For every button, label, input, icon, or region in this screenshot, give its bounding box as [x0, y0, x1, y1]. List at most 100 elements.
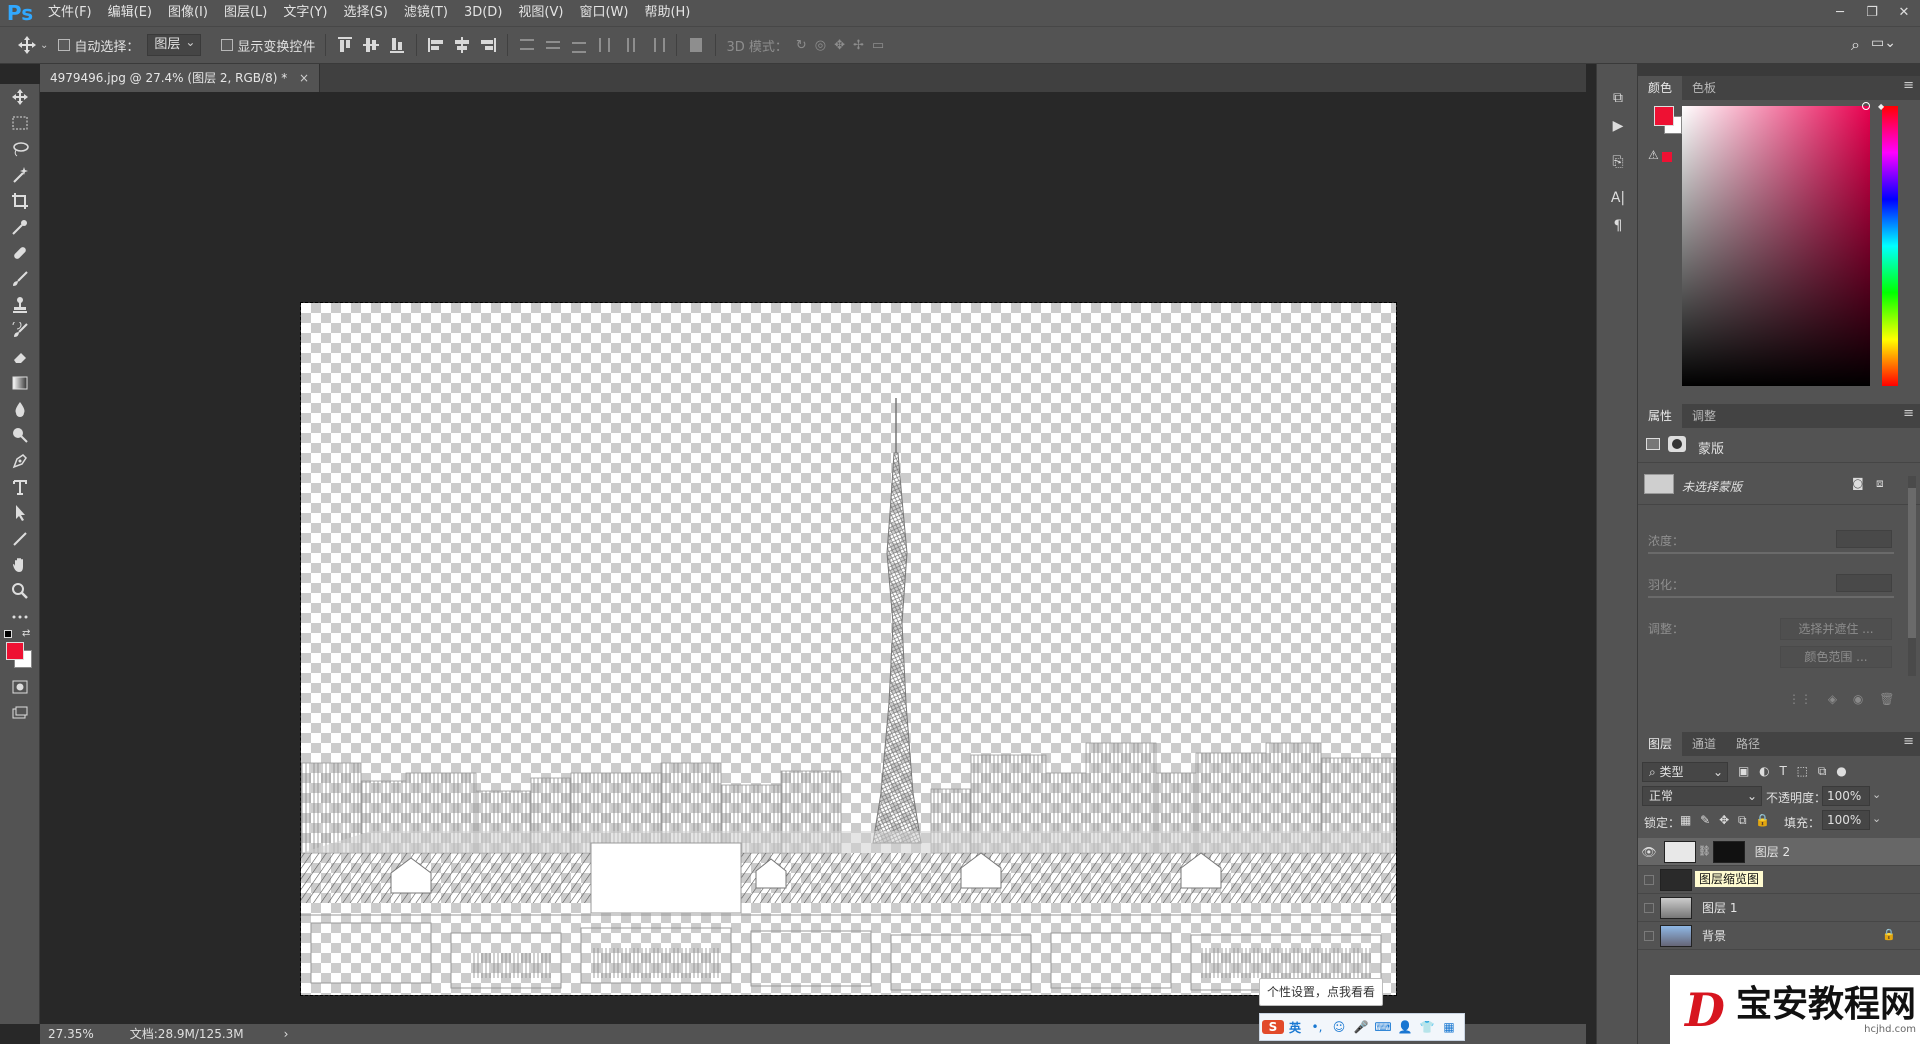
libraries-panel-icon[interactable]: ⎘ [1597, 148, 1639, 176]
layer-row[interactable]: 背景 🔒 [1638, 922, 1920, 950]
filter-toggle-icon[interactable]: ● [1836, 764, 1846, 778]
menu-edit[interactable]: 编辑(E) [100, 0, 160, 26]
screen-mode-icon[interactable] [0, 700, 40, 726]
zoom-level[interactable]: 27.35% [48, 1024, 94, 1044]
lock-artboard-icon[interactable]: ⧉ [1738, 813, 1747, 827]
distribute-left-icon[interactable] [596, 36, 614, 54]
filter-type-icon[interactable]: T [1779, 764, 1786, 778]
tab-swatches[interactable]: 色板 [1682, 76, 1726, 100]
3d-scale-icon[interactable]: ▭ [872, 38, 884, 53]
foreground-color-swatch[interactable] [6, 642, 24, 660]
layer-name[interactable]: 背景 [1702, 927, 1726, 944]
menu-file[interactable]: 文件(F) [40, 0, 100, 26]
filter-smart-icon[interactable]: ⧉ [1818, 764, 1827, 778]
menu-select[interactable]: 选择(S) [335, 0, 395, 26]
3d-pan-icon[interactable]: ✥ [834, 38, 845, 53]
apply-mask-icon[interactable]: ◈ [1828, 692, 1837, 706]
keyboard-icon[interactable]: ⌨ [1372, 1020, 1394, 1034]
quick-mask-icon[interactable] [0, 674, 40, 700]
workspace-icon[interactable]: ▭⌄ [1871, 35, 1896, 51]
opacity-chevron-icon[interactable]: ⌄ [1872, 788, 1881, 801]
punctuation-icon[interactable]: •, [1306, 1020, 1328, 1034]
menu-view[interactable]: 视图(V) [510, 0, 571, 26]
history-brush-tool-icon[interactable] [0, 318, 40, 344]
lasso-tool-icon[interactable] [0, 136, 40, 162]
auto-select-dropdown[interactable]: 图层 [147, 32, 202, 56]
fill-input[interactable]: 100% [1822, 810, 1870, 830]
distribute-top-icon[interactable] [518, 36, 536, 54]
actions-panel-icon[interactable]: ▶ [1597, 112, 1639, 140]
align-left-icon[interactable] [427, 36, 445, 54]
blur-tool-icon[interactable] [0, 396, 40, 422]
layer-name[interactable]: 图层 1 [1702, 899, 1737, 916]
align-hcenter-icon[interactable] [453, 36, 471, 54]
gamut-swatch[interactable] [1662, 152, 1672, 162]
history-panel-icon[interactable]: ⧉ [1597, 84, 1639, 112]
crop-tool-icon[interactable] [0, 188, 40, 214]
add-pixel-mask-icon[interactable]: ◙ [1852, 476, 1864, 490]
3d-slide-icon[interactable]: ✢ [853, 38, 864, 53]
panel-menu-icon[interactable]: ≡ [1903, 78, 1914, 93]
layer-row[interactable]: 图层缩览图 [1638, 866, 1920, 894]
panel-menu-icon[interactable]: ≡ [1903, 406, 1914, 421]
visibility-eye-icon[interactable]: 👁 [1638, 845, 1660, 859]
distribute-right-icon[interactable] [648, 36, 666, 54]
layer-thumbnail[interactable] [1664, 840, 1696, 863]
align-vcenter-icon[interactable] [362, 36, 380, 54]
type-tool-icon[interactable] [0, 474, 40, 500]
magic-wand-tool-icon[interactable] [0, 162, 40, 188]
move-tool-icon[interactable] [16, 34, 38, 56]
3d-roll-icon[interactable]: ◎ [815, 38, 826, 53]
delete-mask-icon[interactable]: 🗑 [1879, 692, 1894, 706]
auto-align-icon[interactable] [687, 36, 705, 54]
auto-select-checkbox[interactable] [58, 39, 71, 51]
feather-input[interactable] [1836, 574, 1892, 592]
color-fg-swatch[interactable] [1654, 106, 1674, 126]
dodge-tool-icon[interactable] [0, 422, 40, 448]
feather-slider[interactable] [1648, 596, 1894, 598]
menu-help[interactable]: 帮助(H) [636, 0, 698, 26]
tab-properties[interactable]: 属性 [1638, 404, 1683, 428]
hue-slider[interactable] [1882, 106, 1898, 386]
close-icon[interactable]: ✕ [1888, 0, 1920, 26]
healing-brush-tool-icon[interactable] [0, 240, 40, 266]
eraser-tool-icon[interactable] [0, 344, 40, 370]
user-icon[interactable]: 👤 [1394, 1020, 1416, 1034]
character-panel-icon[interactable]: A| [1597, 184, 1639, 212]
show-transform-checkbox[interactable] [221, 39, 234, 51]
select-and-mask-button[interactable]: 选择并遮住 ... [1780, 618, 1892, 640]
density-slider[interactable] [1648, 552, 1894, 554]
path-selection-tool-icon[interactable] [0, 500, 40, 526]
align-top-icon[interactable] [336, 36, 354, 54]
layer-mask-thumbnail[interactable] [1712, 840, 1745, 863]
gradient-tool-icon[interactable] [0, 370, 40, 396]
color-range-button[interactable]: 颜色范围 ... [1780, 646, 1892, 668]
layer-thumbnail[interactable] [1660, 868, 1692, 891]
visibility-toggle[interactable] [1644, 874, 1654, 885]
line-tool-icon[interactable] [0, 526, 40, 552]
tab-adjustments[interactable]: 调整 [1682, 404, 1726, 428]
eyedropper-tool-icon[interactable] [0, 214, 40, 240]
layer-name[interactable]: 图层 2 [1755, 843, 1790, 860]
emoji-icon[interactable]: ☺ [1328, 1020, 1350, 1034]
skin-icon[interactable]: 👕 [1416, 1020, 1438, 1034]
tool-preset-chevron-icon[interactable]: ⌄ [40, 40, 48, 51]
document-canvas[interactable] [300, 302, 1397, 996]
ime-tooltip[interactable]: 个性设置，点我看看 [1259, 978, 1383, 1006]
default-colors-icon[interactable] [4, 630, 12, 638]
panel-menu-icon[interactable]: ≡ [1903, 734, 1914, 749]
minimize-icon[interactable]: ─ [1824, 0, 1856, 26]
align-right-icon[interactable] [479, 36, 497, 54]
search-icon[interactable]: ⌕ [1851, 35, 1860, 55]
vector-mask-icon[interactable] [1668, 436, 1686, 452]
visibility-toggle[interactable] [1644, 930, 1654, 941]
pixel-mask-icon[interactable] [1646, 438, 1660, 450]
document-tab[interactable]: 4979496.jpg @ 27.4% (图层 2, RGB/8) * × [40, 64, 321, 92]
status-menu-arrow-icon[interactable]: › [284, 1024, 289, 1044]
brush-tool-icon[interactable] [0, 266, 40, 292]
ime-language[interactable]: 英 [1284, 1019, 1306, 1036]
more-tools-icon[interactable] [0, 604, 40, 630]
filter-adjust-icon[interactable]: ◐ [1759, 764, 1769, 778]
toolbox-icon[interactable]: ▦ [1438, 1020, 1460, 1034]
load-selection-icon[interactable]: ⋮⋮ [1788, 692, 1812, 706]
